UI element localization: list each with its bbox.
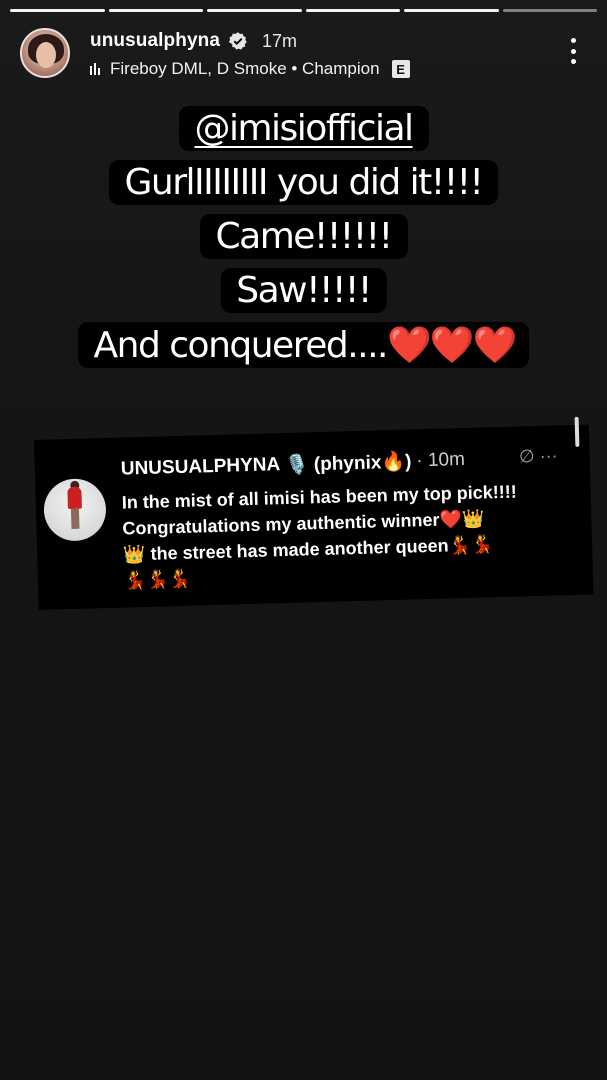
story-text-line: GurlIIIIIIII you did it!!!! [108, 160, 499, 205]
progress-segment [207, 9, 302, 12]
progress-segment [108, 9, 203, 12]
progress-segment-active [502, 9, 597, 12]
music-attribution[interactable]: Fireboy DML, D Smoke • Champion E [90, 59, 410, 79]
post-author-nickname: (phynix🔥) [313, 451, 412, 476]
post-time: 17m [262, 30, 298, 51]
progress-segment [305, 9, 400, 12]
story-header: unusualphyna 17m [90, 30, 297, 52]
mention-line[interactable]: @imisiofficial [178, 106, 429, 151]
progress-segment [10, 9, 105, 12]
post-card-icons: ∅ ··· [518, 445, 558, 467]
explicit-badge: E [391, 60, 410, 78]
shared-post-card[interactable]: UNUSUALPHYNA 🎙️ (phynix🔥) · 10m ∅ ··· In… [34, 416, 594, 610]
music-bars-icon [90, 63, 100, 75]
progress-segment [404, 9, 499, 12]
microphone-icon: 🎙️ [284, 454, 310, 476]
hearts-emoji: ❤️❤️❤️ [387, 325, 517, 366]
post-emojis: ❤️👑 [439, 508, 485, 530]
music-title: Fireboy DML, D Smoke • Champion [110, 59, 380, 78]
post-author-row: UNUSUALPHYNA 🎙️ (phynix🔥) · 10m [121, 448, 466, 482]
scrollbar [574, 416, 580, 447]
story-text-content: And conquered.... [93, 325, 389, 366]
profile-avatar[interactable] [20, 28, 70, 78]
username[interactable]: unusualphyna [90, 30, 220, 52]
story-text-line: Came!!!!!! [199, 214, 408, 259]
post-author-name: UNUSUALPHYNA [120, 454, 281, 480]
mention-link[interactable]: @imisiofficial [194, 108, 414, 149]
story-text-line: Saw!!!!! [220, 268, 387, 313]
story-text-line: And conquered....❤️❤️❤️ [77, 322, 530, 368]
post-author-avatar [43, 478, 107, 542]
post-time: · 10m [416, 448, 466, 472]
story-progress-bar [10, 9, 597, 12]
more-options-icon[interactable] [569, 38, 577, 64]
post-body: In the mist of all imisi has been my top… [121, 477, 584, 594]
verified-badge-icon [228, 32, 247, 50]
